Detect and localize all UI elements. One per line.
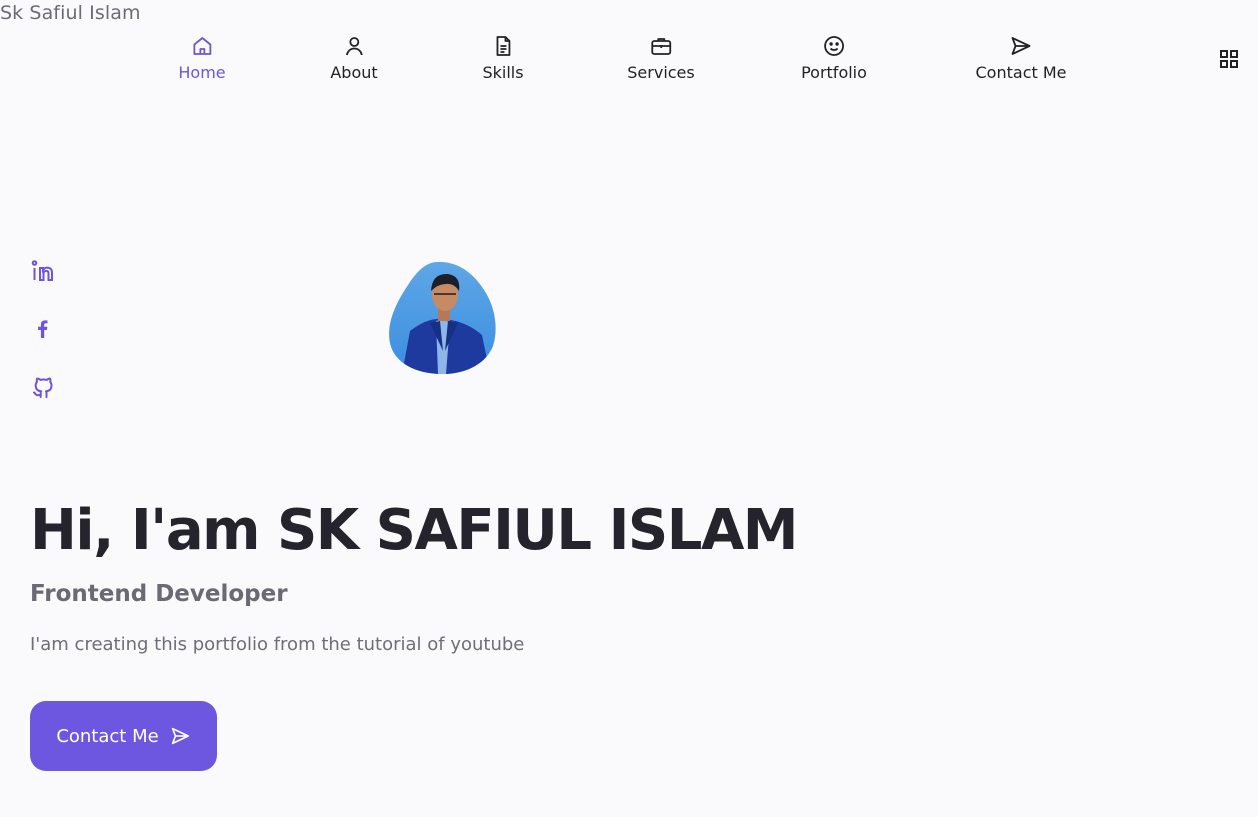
hero-title: Hi, I'am SK SAFIUL ISLAM <box>30 498 799 563</box>
nav-item-contact[interactable]: Contact Me <box>975 34 1067 82</box>
linkedin-icon[interactable] <box>30 259 56 285</box>
home-icon <box>190 34 214 58</box>
nav-label: Home <box>178 63 226 82</box>
nav-item-about[interactable]: About <box>330 34 378 82</box>
file-icon <box>491 34 515 58</box>
github-icon[interactable] <box>30 374 56 400</box>
briefcase-icon <box>649 34 673 58</box>
nav-label: Skills <box>482 63 524 82</box>
nav-item-skills[interactable]: Skills <box>482 34 524 82</box>
send-icon <box>1009 34 1033 58</box>
facebook-icon[interactable] <box>30 316 56 342</box>
hero-description: I'am creating this portfolio from the tu… <box>30 634 525 655</box>
nav-label: Contact Me <box>975 63 1067 82</box>
smile-icon <box>822 34 846 58</box>
hero-subtitle: Frontend Developer <box>30 581 288 607</box>
nav-label: Services <box>627 63 695 82</box>
nav-item-services[interactable]: Services <box>627 34 695 82</box>
site-logo[interactable]: Sk Safiul Islam <box>0 2 141 24</box>
nav-label: About <box>330 63 378 82</box>
avatar <box>388 261 496 374</box>
send-icon <box>169 725 191 747</box>
nav-label: Portfolio <box>801 63 867 82</box>
grid-icon[interactable] <box>1217 47 1241 71</box>
user-icon <box>342 34 366 58</box>
main-nav: Home About Skills Services Portfolio Con… <box>0 34 1258 90</box>
button-label: Contact Me <box>56 725 159 747</box>
nav-item-portfolio[interactable]: Portfolio <box>801 34 867 82</box>
contact-me-button[interactable]: Contact Me <box>30 701 217 771</box>
nav-item-home[interactable]: Home <box>178 34 226 82</box>
